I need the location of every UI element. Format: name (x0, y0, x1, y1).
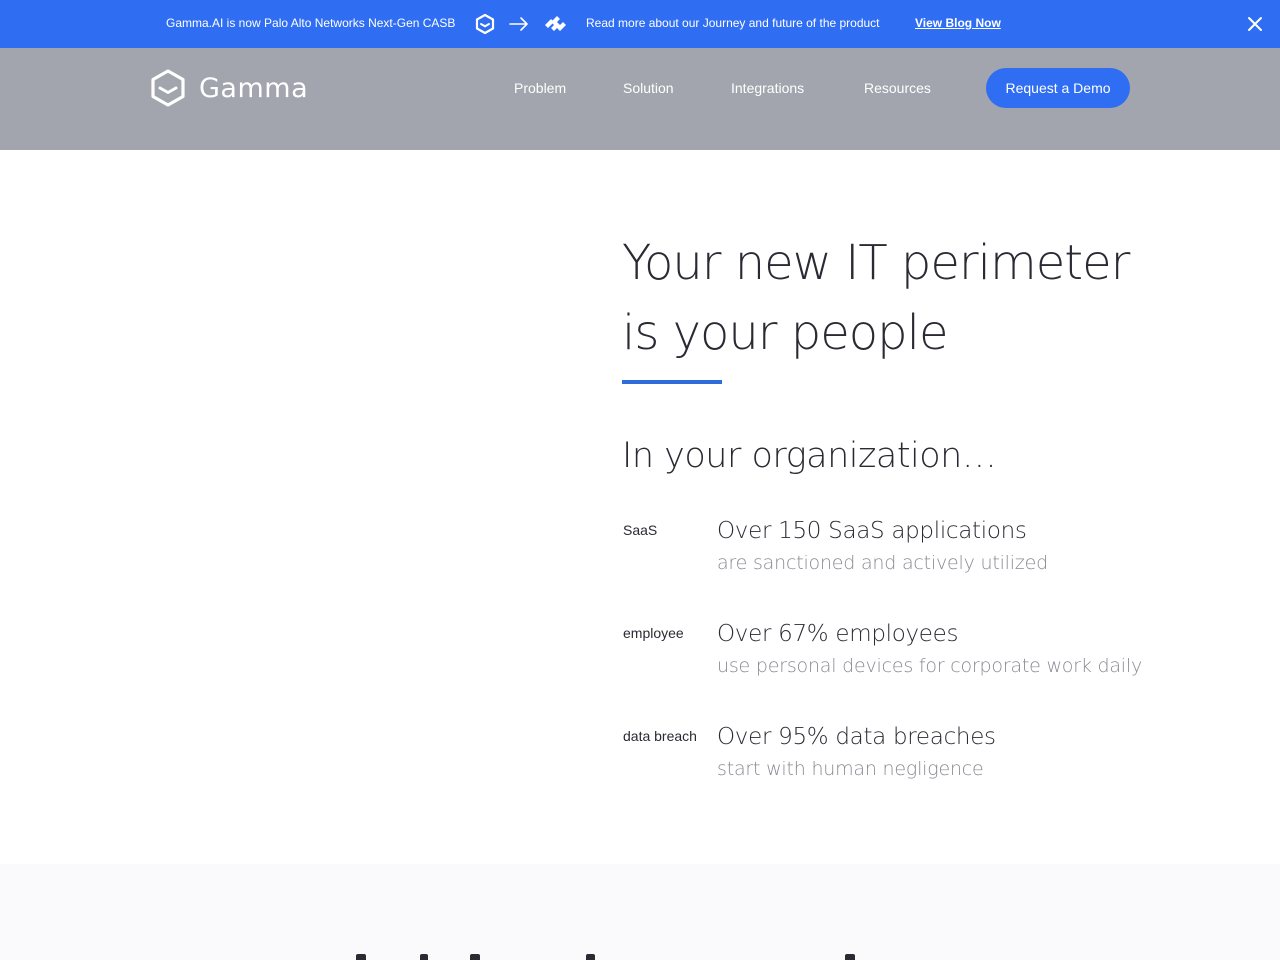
nav-integrations[interactable]: Integrations (731, 80, 804, 96)
stat-main: Over 150 SaaS applications (717, 518, 1027, 544)
request-demo-button[interactable]: Request a Demo (986, 68, 1130, 108)
stat-sub: start with human negligence (717, 758, 984, 780)
employee-image: employee (623, 625, 684, 641)
stat-sub: use personal devices for corporate work … (717, 655, 1142, 677)
stat-employee: employee Over 67% employees use personal… (622, 621, 1162, 691)
stat-sub: are sanctioned and actively utilized (717, 552, 1048, 574)
nav-problem[interactable]: Problem (514, 80, 566, 96)
data-breach-image: data breach (623, 728, 697, 744)
announcement-bar: Gamma.AI is now Palo Alto Networks Next-… (0, 0, 1280, 48)
org-heading: In your organization… (622, 436, 997, 476)
stat-main: Over 95% data breaches (717, 724, 996, 750)
next-section-heading-peek (300, 950, 1000, 960)
hero-title: Your new IT perimeter is your people (622, 228, 1182, 368)
announcement-text: Gamma.AI is now Palo Alto Networks Next-… (166, 16, 456, 30)
nav-solution[interactable]: Solution (623, 80, 674, 96)
journey-text: Read more about our Journey and future o… (586, 16, 880, 30)
arrow-right-icon (509, 17, 528, 31)
saas-image: SaaS (623, 522, 658, 538)
view-blog-link[interactable]: View Blog Now (915, 16, 1001, 30)
gamma-logo-icon (475, 13, 495, 35)
site-header: Gamma Problem Solution Integrations Reso… (0, 48, 1280, 150)
close-icon[interactable] (1245, 14, 1265, 34)
title-accent-line (622, 380, 722, 384)
stat-saas: SaaS Over 150 SaaS applications are sanc… (622, 518, 1162, 588)
nav-resources[interactable]: Resources (864, 80, 931, 96)
palo-alto-logo-icon (545, 16, 566, 31)
stat-data-breach: data breach Over 95% data breaches start… (622, 724, 1162, 794)
hero-title-line-1: Your new IT perimeter (622, 235, 1130, 291)
next-section (0, 864, 1280, 960)
hero-title-line-2: is your people (622, 305, 949, 361)
stat-main: Over 67% employees (717, 621, 959, 647)
announcement-icons (474, 12, 568, 36)
